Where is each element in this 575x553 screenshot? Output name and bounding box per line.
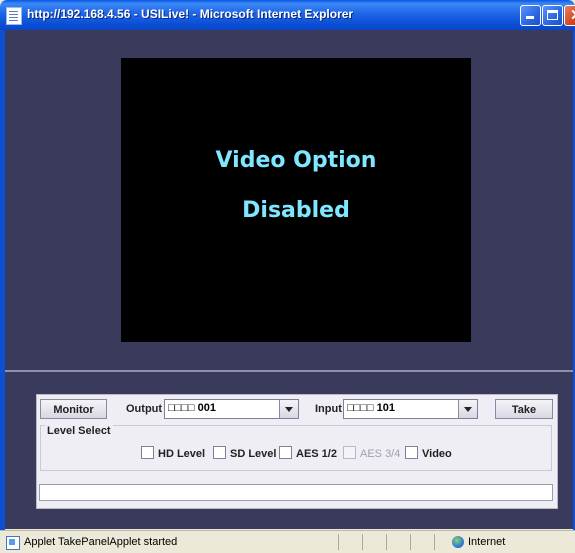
status-divider: [362, 534, 363, 550]
video-message-line1: Video Option: [215, 148, 377, 173]
page-done-icon: [6, 536, 20, 550]
minimize-icon: [526, 16, 534, 19]
status-divider: [338, 534, 339, 550]
checkbox-box[interactable]: [213, 446, 226, 459]
status-divider: [434, 534, 435, 550]
checkbox-box: [343, 446, 356, 459]
aes-1-2-label: AES 1/2: [296, 448, 337, 460]
browser-status-bar: Applet TakePanelApplet started Internet: [0, 530, 575, 553]
status-field: [39, 484, 553, 501]
ie-page-icon: [6, 7, 22, 25]
sd-level-label: SD Level: [230, 448, 277, 460]
take-panel: Monitor Output □□□□ 001 Input □□□□ 101 T…: [36, 394, 558, 509]
chevron-down-icon[interactable]: [458, 400, 477, 418]
checkbox-box[interactable]: [279, 446, 292, 459]
sd-level-checkbox[interactable]: SD Level: [213, 446, 276, 460]
output-select[interactable]: □□□□ 001: [164, 399, 299, 419]
level-select-group: Level Select HD Level SD Level AES 1/2 A…: [40, 425, 552, 471]
minimize-button[interactable]: [520, 5, 541, 26]
input-select-value: □□□□ 101: [347, 402, 395, 414]
video-area: Video Option Disabled: [5, 30, 573, 372]
input-label: Input: [315, 403, 342, 415]
video-message-line2: Disabled: [242, 198, 350, 223]
video-screen: Video Option Disabled: [121, 58, 471, 342]
maximize-icon: [547, 10, 558, 20]
window-title: http://192.168.4.56 - USILive! - Microso…: [27, 7, 354, 21]
monitor-button[interactable]: Monitor: [40, 399, 107, 419]
take-button[interactable]: Take: [495, 399, 553, 419]
internet-zone-icon: [452, 536, 464, 548]
hd-level-label: HD Level: [158, 448, 206, 460]
output-select-value: □□□□ 001: [168, 402, 216, 414]
status-message: Applet TakePanelApplet started: [24, 536, 178, 548]
chevron-down-icon[interactable]: [279, 400, 298, 418]
status-divider: [386, 534, 387, 550]
hd-level-checkbox[interactable]: HD Level: [141, 446, 205, 460]
control-panel-area: Monitor Output □□□□ 001 Input □□□□ 101 T…: [5, 372, 573, 529]
aes-3-4-label: AES 3/4: [360, 448, 401, 460]
level-select-title: Level Select: [45, 425, 113, 437]
output-label: Output: [126, 403, 163, 415]
title-bar[interactable]: http://192.168.4.56 - USILive! - Microso…: [0, 0, 575, 30]
maximize-button[interactable]: [542, 5, 563, 26]
video-label: Video: [422, 448, 452, 460]
close-button[interactable]: ✕: [564, 5, 575, 26]
aes-1-2-checkbox[interactable]: AES 1/2: [279, 446, 337, 460]
aes-3-4-checkbox: AES 3/4: [343, 446, 400, 460]
status-divider: [410, 534, 411, 550]
checkbox-box[interactable]: [405, 446, 418, 459]
security-zone-label: Internet: [468, 536, 506, 548]
input-select[interactable]: □□□□ 101: [343, 399, 478, 419]
video-checkbox[interactable]: Video: [405, 446, 452, 460]
checkbox-box[interactable]: [141, 446, 154, 459]
close-icon: ✕: [570, 8, 575, 23]
